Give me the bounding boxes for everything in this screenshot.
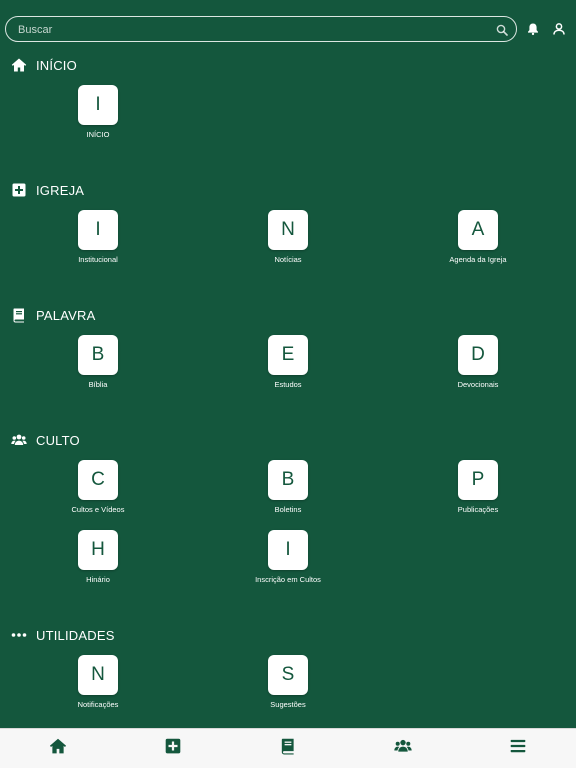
tile-letter[interactable]: C: [78, 460, 118, 500]
tile-label: Sugestões: [270, 700, 306, 709]
plus-square-icon: [11, 182, 27, 198]
section-title: IGREJA: [36, 182, 85, 198]
tile-label: Boletins: [274, 505, 302, 514]
section-title: CULTO: [36, 432, 80, 448]
tile-institucional[interactable]: I Institucional: [38, 210, 158, 264]
bottom-tab-bar: [0, 728, 576, 768]
tile-letter[interactable]: I: [78, 210, 118, 250]
section-header: CULTO: [11, 431, 80, 449]
tab-home-icon[interactable]: [49, 737, 67, 755]
tile-hinario[interactable]: H Hinário: [38, 530, 158, 584]
tile-label: Estudos: [274, 380, 302, 389]
tile-label: Bíblia: [88, 380, 108, 389]
tile-letter[interactable]: E: [268, 335, 308, 375]
book-icon: [11, 307, 27, 323]
tile-inicio[interactable]: I INÍCIO: [38, 85, 158, 139]
tile-letter[interactable]: B: [268, 460, 308, 500]
section-title: UTILIDADES: [36, 627, 115, 643]
tile-label: Notícias: [274, 255, 302, 264]
tile-label: Devocionais: [457, 380, 499, 389]
tile-letter[interactable]: N: [78, 655, 118, 695]
search-input[interactable]: [16, 20, 490, 40]
tile-label: Inscrição em Cultos: [255, 575, 321, 584]
tab-plus-square-icon[interactable]: [164, 737, 182, 755]
tile-estudos[interactable]: E Estudos: [228, 335, 348, 389]
tile-letter[interactable]: A: [458, 210, 498, 250]
section-title: PALAVRA: [36, 307, 96, 323]
tile-inscricao-em-cultos[interactable]: I Inscrição em Cultos: [228, 530, 348, 584]
tile-letter[interactable]: B: [78, 335, 118, 375]
tile-noticias[interactable]: N Notícias: [228, 210, 348, 264]
tile-cultos-e-videos[interactable]: C Cultos e Vídeos: [38, 460, 158, 514]
tile-publicacoes[interactable]: P Publicações: [418, 460, 538, 514]
ellipsis-icon: [11, 627, 27, 643]
tile-label: Publicações: [457, 505, 499, 514]
bell-icon[interactable]: [526, 22, 540, 36]
home-icon: [11, 57, 27, 73]
search-box[interactable]: [5, 16, 517, 42]
section-header: IGREJA: [11, 181, 84, 199]
tile-devocionais[interactable]: D Devocionais: [418, 335, 538, 389]
section-title: INÍCIO: [36, 57, 77, 73]
tile-notificacoes[interactable]: N Notificações: [38, 655, 158, 709]
tile-letter[interactable]: H: [78, 530, 118, 570]
tile-label: Institucional: [78, 255, 118, 264]
tile-letter[interactable]: I: [268, 530, 308, 570]
tile-sugestoes[interactable]: S Sugestões: [228, 655, 348, 709]
tile-letter[interactable]: P: [458, 460, 498, 500]
tile-label: Notificações: [77, 700, 119, 709]
section-header: INÍCIO: [11, 56, 77, 74]
users-icon: [11, 432, 27, 448]
section-header: UTILIDADES: [11, 626, 115, 644]
section-header: PALAVRA: [11, 306, 95, 324]
tab-book-icon[interactable]: [279, 737, 297, 755]
tile-label: Cultos e Vídeos: [71, 505, 125, 514]
search-icon[interactable]: [496, 23, 508, 36]
tab-users-icon[interactable]: [394, 737, 412, 755]
tile-letter[interactable]: D: [458, 335, 498, 375]
tile-label: Agenda da Igreja: [449, 255, 507, 264]
tile-biblia[interactable]: B Bíblia: [38, 335, 158, 389]
tile-letter[interactable]: N: [268, 210, 308, 250]
tile-letter[interactable]: I: [78, 85, 118, 125]
user-icon[interactable]: [552, 22, 566, 36]
tile-label: Hinário: [86, 575, 110, 584]
top-bar: [0, 0, 576, 58]
tile-letter[interactable]: S: [268, 655, 308, 695]
tile-label: INÍCIO: [86, 130, 110, 139]
tile-agenda-da-igreja[interactable]: A Agenda da Igreja: [418, 210, 538, 264]
tile-boletins[interactable]: B Boletins: [228, 460, 348, 514]
tab-menu-icon[interactable]: [509, 737, 527, 755]
